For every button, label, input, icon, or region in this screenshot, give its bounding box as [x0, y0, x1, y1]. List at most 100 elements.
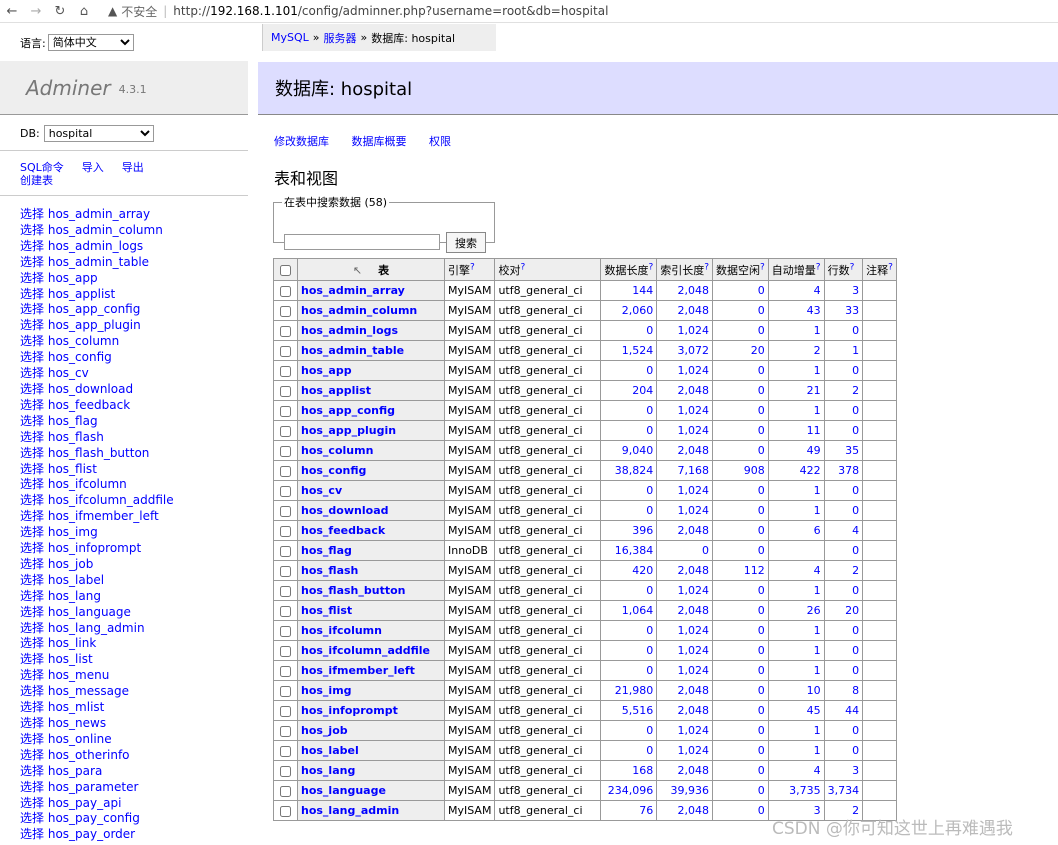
select-link[interactable]: 选择 — [20, 811, 44, 825]
row-checkbox[interactable] — [280, 325, 291, 337]
cell-index-length[interactable]: 1,024 — [656, 480, 714, 501]
help-icon[interactable]: ? — [850, 262, 855, 272]
help-icon[interactable]: ? — [888, 262, 893, 272]
sidebar-table-link[interactable]: hos_flash — [48, 430, 104, 444]
cell-data-free[interactable]: 0 — [712, 640, 769, 661]
sidebar-table-link[interactable]: hos_news — [48, 716, 106, 730]
cell-auto-increment[interactable]: 422 — [767, 460, 825, 481]
cell-data-length[interactable]: 9,040 — [600, 440, 658, 461]
cell-table-name[interactable]: hos_column — [297, 440, 445, 461]
select-link[interactable]: 选择 — [20, 796, 44, 810]
select-link[interactable]: 选择 — [20, 605, 44, 619]
cell-data-length[interactable]: 144 — [600, 280, 658, 301]
cell-table-name[interactable]: hos_language — [297, 780, 445, 801]
select-link[interactable]: 选择 — [20, 446, 44, 460]
cell-data-free[interactable]: 0 — [712, 500, 769, 521]
cell-data-length[interactable]: 21,980 — [600, 680, 658, 701]
help-icon[interactable]: ? — [470, 262, 475, 272]
cell-data-length[interactable]: 396 — [600, 520, 658, 541]
cell-data-free[interactable]: 112 — [712, 560, 769, 581]
cell-table-name[interactable]: hos_infoprompt — [297, 700, 445, 721]
cell-data-length[interactable]: 16,384 — [600, 540, 658, 561]
cell-index-length[interactable]: 1,024 — [656, 400, 714, 421]
cell-rows[interactable]: 0 — [823, 740, 864, 761]
cell-data-length[interactable]: 38,824 — [600, 460, 658, 481]
cell-data-free[interactable]: 0 — [712, 360, 769, 381]
cell-table-name[interactable]: hos_ifcolumn_addfile — [297, 640, 445, 661]
header-engine[interactable]: 引擎? — [443, 258, 496, 281]
select-link[interactable]: 选择 — [20, 509, 44, 523]
sidebar-table-link[interactable]: hos_download — [48, 382, 133, 396]
cell-index-length[interactable]: 2,048 — [656, 300, 714, 321]
cell-data-length[interactable]: 5,516 — [600, 700, 658, 721]
cell-data-length[interactable]: 0 — [600, 480, 658, 501]
cell-data-length[interactable]: 0 — [600, 660, 658, 681]
cell-data-free[interactable]: 0 — [712, 400, 769, 421]
cell-table-name[interactable]: hos_admin_table — [297, 340, 445, 361]
select-link[interactable]: 选择 — [20, 493, 44, 507]
cell-data-free[interactable]: 0 — [712, 520, 769, 541]
cell-data-free[interactable]: 0 — [712, 300, 769, 321]
cell-index-length[interactable]: 2,048 — [656, 800, 714, 821]
cell-table-name[interactable]: hos_ifmember_left — [297, 660, 445, 681]
sidebar-table-link[interactable]: hos_label — [48, 573, 104, 587]
select-link[interactable]: 选择 — [20, 287, 44, 301]
select-link[interactable]: 选择 — [20, 525, 44, 539]
row-checkbox[interactable] — [280, 605, 291, 617]
select-link[interactable]: 选择 — [20, 573, 44, 587]
select-link[interactable]: 选择 — [20, 477, 44, 491]
cell-rows[interactable]: 2 — [823, 560, 864, 581]
cell-data-length[interactable]: 0 — [600, 620, 658, 641]
cell-table-name[interactable]: hos_flash — [297, 560, 445, 581]
cell-index-length[interactable]: 2,048 — [656, 440, 714, 461]
sidebar-table-link[interactable]: hos_app_plugin — [48, 318, 141, 332]
select-link[interactable]: 选择 — [20, 780, 44, 794]
cell-table-name[interactable]: hos_admin_array — [297, 280, 445, 301]
help-icon[interactable]: ? — [648, 262, 653, 272]
cell-index-length[interactable]: 1,024 — [656, 420, 714, 441]
cell-index-length[interactable]: 3,072 — [656, 340, 714, 361]
sidebar-table-link[interactable]: hos_ifcolumn — [48, 477, 127, 491]
cell-index-length[interactable]: 7,168 — [656, 460, 714, 481]
cell-auto-increment[interactable]: 1 — [767, 640, 825, 661]
row-checkbox[interactable] — [280, 805, 291, 817]
select-link[interactable]: 选择 — [20, 748, 44, 762]
cell-auto-increment[interactable]: 10 — [767, 680, 825, 701]
cell-rows[interactable]: 3 — [823, 280, 864, 301]
reload-icon[interactable]: ↻ — [48, 4, 72, 19]
help-icon[interactable]: ? — [520, 262, 525, 272]
cell-data-free[interactable]: 0 — [712, 580, 769, 601]
cell-auto-increment[interactable]: 4 — [767, 280, 825, 301]
forward-icon[interactable]: → — [24, 4, 48, 19]
row-checkbox[interactable] — [280, 365, 291, 377]
cell-auto-increment[interactable]: 1 — [767, 740, 825, 761]
cell-auto-increment[interactable]: 6 — [767, 520, 825, 541]
select-link[interactable]: 选择 — [20, 636, 44, 650]
select-link[interactable]: 选择 — [20, 684, 44, 698]
cell-data-length[interactable]: 0 — [600, 400, 658, 421]
cell-index-length[interactable]: 2,048 — [656, 680, 714, 701]
cell-data-free[interactable]: 0 — [712, 600, 769, 621]
help-icon[interactable]: ? — [704, 262, 709, 272]
cell-index-length[interactable]: 2,048 — [656, 280, 714, 301]
cell-rows[interactable]: 35 — [823, 440, 864, 461]
cell-data-length[interactable]: 0 — [600, 720, 658, 741]
cell-table-name[interactable]: hos_cv — [297, 480, 445, 501]
cell-table-name[interactable]: hos_app_config — [297, 400, 445, 421]
cell-index-length[interactable]: 1,024 — [656, 360, 714, 381]
cell-table-name[interactable]: hos_job — [297, 720, 445, 741]
cell-index-length[interactable]: 1,024 — [656, 740, 714, 761]
cell-data-length[interactable]: 420 — [600, 560, 658, 581]
cell-auto-increment[interactable]: 45 — [767, 700, 825, 721]
cell-auto-increment[interactable]: 4 — [767, 760, 825, 781]
sidebar-table-link[interactable]: hos_admin_logs — [48, 239, 143, 253]
help-icon[interactable]: ? — [816, 262, 821, 272]
back-icon[interactable]: ← — [0, 4, 24, 19]
select-link[interactable]: 选择 — [20, 827, 44, 841]
sql-command-link[interactable]: SQL命令 — [20, 161, 64, 174]
select-link[interactable]: 选择 — [20, 302, 44, 316]
sidebar-table-link[interactable]: hos_admin_table — [48, 255, 149, 269]
help-icon[interactable]: ? — [760, 262, 765, 272]
sidebar-table-link[interactable]: hos_applist — [48, 287, 115, 301]
cell-index-length[interactable]: 39,936 — [656, 780, 714, 801]
